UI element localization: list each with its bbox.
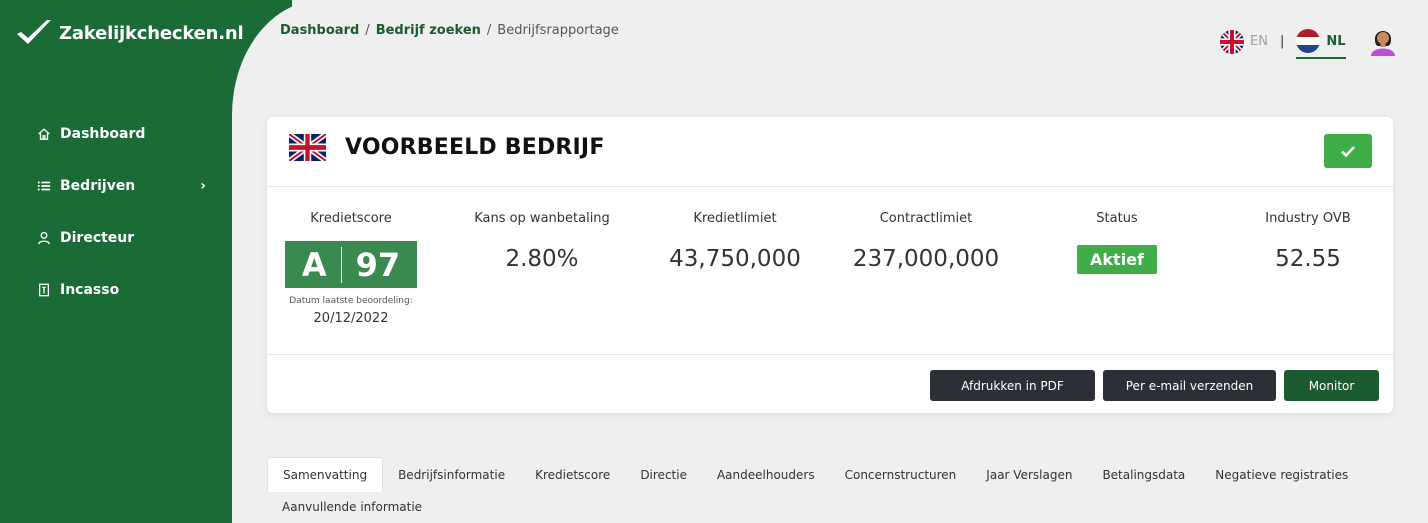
metrics-row: Kredietscore A 97 Datum laatste beoordel… (267, 187, 1393, 355)
metric-value: 2.80% (505, 246, 579, 272)
card-actions: Afdrukken in PDF Per e-mail verzenden Mo… (930, 370, 1379, 401)
metric-value: 52.55 (1275, 246, 1341, 272)
breadcrumb-dashboard[interactable]: Dashboard (280, 23, 359, 38)
tab-aandeelhouders[interactable]: Aandeelhouders (702, 457, 830, 492)
home-icon (36, 126, 52, 142)
avatar-icon (1371, 31, 1395, 56)
user-icon (36, 230, 52, 246)
sidebar-nav: Dashboard Bedrijven › Directeur Incasso (36, 108, 206, 316)
metric-contractlimiet: Contractlimiet 237,000,000 (845, 211, 1007, 272)
tab-samenvatting[interactable]: Samenvatting (267, 457, 384, 492)
metric-label: Status (1096, 211, 1138, 226)
metric-label: Contractlimiet (879, 211, 973, 226)
user-avatar[interactable] (1366, 22, 1400, 56)
tab-negatieve-registraties[interactable]: Negatieve registraties (1200, 457, 1363, 492)
status-badge: Aktief (1077, 245, 1157, 274)
lang-separator: | (1279, 34, 1285, 49)
sidebar-item-incasso[interactable]: Incasso (36, 264, 206, 316)
company-name: VOORBEELD BEDRIJF (345, 135, 605, 160)
sidebar-item-label: Dashboard (60, 126, 146, 142)
report-tabs: Samenvatting Bedrijfsinformatie Krediets… (267, 457, 1348, 522)
tab-jaar-verslagen[interactable]: Jaar Verslagen (971, 457, 1087, 492)
breadcrumb-separator: / (486, 23, 492, 38)
chevron-right-icon: › (200, 178, 206, 194)
tab-aanvullende-informatie[interactable]: Aanvullende informatie (267, 492, 437, 522)
brand-name: Zakelijkchecken.nl (59, 22, 244, 44)
print-pdf-button[interactable]: Afdrukken in PDF (930, 370, 1095, 401)
nl-flag-icon (1296, 29, 1321, 53)
sidebar-item-directeur[interactable]: Directeur (36, 212, 206, 264)
score-date-label: Datum laatste beoordeling: (289, 296, 413, 306)
uk-flag-icon (1220, 29, 1244, 54)
tab-bedrijfsinformatie[interactable]: Bedrijfsinformatie (383, 457, 520, 492)
monitor-button[interactable]: Monitor (1284, 370, 1379, 401)
language-switcher: EN | NL (1220, 24, 1346, 59)
credit-score-box: A 97 (285, 241, 417, 288)
check-icon (1341, 146, 1355, 158)
metric-kredietlimiet: Kredietlimiet 43,750,000 (660, 211, 810, 272)
lang-en-option[interactable]: EN (1220, 29, 1268, 54)
verified-button[interactable] (1324, 134, 1372, 168)
breadcrumb: Dashboard / Bedrijf zoeken / Bedrijfsrapport… (280, 23, 619, 38)
sidebar-item-label: Bedrijven (60, 178, 136, 194)
metric-kredietscore: Kredietscore A 97 Datum laatste beoordel… (285, 211, 417, 326)
lang-nl-option[interactable]: NL (1296, 29, 1346, 59)
sidebar-item-dashboard[interactable]: Dashboard (36, 108, 206, 160)
sidebar: Zakelijkchecken.nl Dashboard Bedrijven ›… (0, 0, 244, 523)
lang-nl-label: NL (1326, 33, 1346, 49)
tab-directie[interactable]: Directie (625, 457, 702, 492)
metric-label: Industry OVB (1265, 211, 1351, 226)
card-header: VOORBEELD BEDRIJF (267, 117, 1393, 187)
list-icon (36, 178, 52, 194)
score-date: 20/12/2022 (313, 311, 389, 326)
company-card: VOORBEELD BEDRIJF Kredietscore A 97 Datu… (267, 117, 1393, 413)
brand-logo[interactable]: Zakelijkchecken.nl (15, 17, 244, 49)
tab-concernstructuren[interactable]: Concernstructuren (830, 457, 972, 492)
email-button[interactable]: Per e-mail verzenden (1103, 370, 1276, 401)
metric-status: Status Aktief (1067, 211, 1167, 274)
breadcrumb-bedrijf-zoeken[interactable]: Bedrijf zoeken (376, 23, 481, 38)
checkmark-logo-icon (17, 20, 51, 44)
breadcrumb-current: Bedrijfsrapportage (497, 23, 619, 38)
sidebar-item-bedrijven[interactable]: Bedrijven › (36, 160, 206, 212)
metric-label: Kredietlimiet (693, 211, 777, 226)
tab-row-1: Samenvatting Bedrijfsinformatie Krediets… (267, 457, 1348, 492)
tab-betalingsdata[interactable]: Betalingsdata (1087, 457, 1200, 492)
metric-value: 237,000,000 (852, 246, 1000, 272)
metric-wanbetaling: Kans op wanbetaling 2.80% (467, 211, 617, 272)
metric-label: Kans op wanbetaling (474, 211, 610, 226)
metric-label: Kredietscore (310, 211, 392, 226)
credit-score-value: 97 (355, 245, 401, 284)
breadcrumb-separator: / (365, 23, 370, 38)
metric-industry: Industry OVB 52.55 (1253, 211, 1363, 272)
metric-value: 43,750,000 (669, 246, 801, 272)
tab-kredietscore[interactable]: Kredietscore (520, 457, 625, 492)
sidebar-item-label: Incasso (60, 282, 120, 298)
score-divider (340, 246, 342, 283)
sidebar-item-label: Directeur (60, 230, 135, 246)
credit-grade: A (301, 245, 327, 284)
uk-flag-icon (289, 134, 326, 161)
lang-en-label: EN (1250, 34, 1268, 49)
document-icon (36, 282, 52, 298)
tab-row-2: Aanvullende informatie (267, 492, 1347, 522)
